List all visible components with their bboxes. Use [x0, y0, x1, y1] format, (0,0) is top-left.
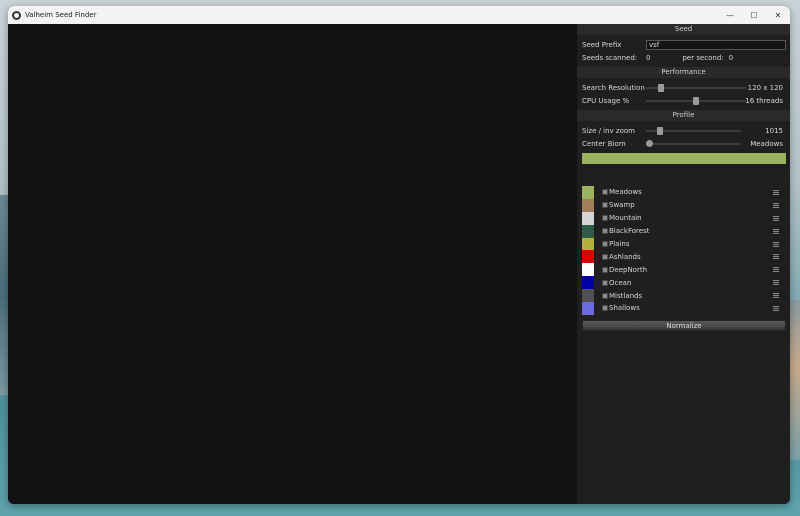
section-header-performance: Performance: [577, 67, 790, 78]
window-controls: — ☐ ✕: [718, 6, 790, 24]
minimize-button[interactable]: —: [718, 6, 742, 24]
drag-handle-icon[interactable]: [773, 215, 779, 221]
biome-row: Meadows: [582, 186, 786, 199]
biome-name: Meadows: [609, 188, 642, 197]
biome-checkbox[interactable]: [602, 215, 608, 222]
drag-handle-icon[interactable]: [773, 241, 779, 247]
biome-row: DeepNorth: [582, 263, 786, 277]
cpu-usage-row: CPU Usage % 16 threads: [582, 94, 786, 107]
size-zoom-slider[interactable]: [646, 125, 741, 137]
biome-color-swatch[interactable]: [582, 276, 594, 290]
center-biome-row: Center Biom Meadows: [582, 137, 786, 150]
biome-name: BlackForest: [609, 227, 650, 236]
cpu-usage-slider[interactable]: [646, 95, 746, 107]
seeds-scanned-row: Seeds scanned: 0 per second: 0: [582, 51, 786, 64]
size-zoom-label: Size / inv zoom: [582, 126, 635, 135]
biome-name: Shallows: [609, 304, 640, 313]
window-title: Valheim Seed Finder: [25, 11, 97, 19]
biome-name: Ashlands: [609, 252, 641, 261]
search-resolution-row: Search Resolution 120 x 120: [582, 81, 786, 94]
biome-color-swatch[interactable]: [582, 302, 594, 315]
biome-row: Mountain: [582, 211, 786, 225]
section-header-seed: Seed: [577, 24, 790, 35]
app-window: Valheim Seed Finder — ☐ ✕ Seed Seed Pref…: [8, 6, 790, 504]
biome-name: DeepNorth: [609, 265, 648, 274]
seed-prefix-label: Seed Prefix: [582, 40, 622, 49]
biome-checkbox[interactable]: [602, 202, 608, 209]
biome-checkbox[interactable]: [602, 228, 608, 235]
drag-handle-icon[interactable]: [773, 202, 779, 208]
maximize-button[interactable]: ☐: [742, 6, 766, 24]
profile-color-bar: [582, 153, 786, 164]
biome-color-swatch[interactable]: [582, 237, 594, 251]
drag-handle-icon[interactable]: [773, 267, 779, 273]
biome-color-swatch[interactable]: [582, 224, 594, 238]
drag-handle-icon[interactable]: [773, 189, 779, 195]
biome-color-swatch[interactable]: [582, 186, 594, 199]
normalize-button[interactable]: Normalize: [582, 319, 786, 331]
biome-checkbox[interactable]: [602, 266, 608, 273]
slider-track: [646, 142, 741, 145]
biome-color-swatch[interactable]: [582, 250, 594, 264]
seed-prefix-row: Seed Prefix vsf: [582, 38, 786, 51]
biome-row: Swamp: [582, 198, 786, 212]
biome-list: Meadows Swamp Mountain BlackForest Plains Ash…: [582, 186, 786, 315]
slider-thumb[interactable]: [656, 126, 663, 135]
center-biome-slider[interactable]: [646, 138, 741, 150]
per-second-label: per second:: [682, 53, 724, 62]
biome-row: Mistlands: [582, 289, 786, 303]
search-resolution-slider[interactable]: [646, 82, 746, 94]
center-biome-value: Meadows: [750, 139, 783, 148]
size-zoom-value: 1015: [765, 126, 783, 135]
close-button[interactable]: ✕: [766, 6, 790, 24]
biome-checkbox[interactable]: [602, 253, 608, 260]
main-content: Seed Seed Prefix vsf Seeds scanned: 0 pe…: [8, 24, 790, 504]
seed-prefix-input[interactable]: vsf: [646, 39, 786, 50]
biome-color-swatch[interactable]: [582, 289, 594, 303]
cpu-usage-value: 16 threads: [745, 96, 783, 105]
biome-name: Ocean: [609, 278, 632, 287]
biome-row: Ashlands: [582, 250, 786, 264]
biome-name: Swamp: [609, 201, 635, 210]
drag-handle-icon[interactable]: [773, 228, 779, 234]
biome-row: Shallows: [582, 302, 786, 315]
seeds-scanned-label: Seeds scanned:: [582, 53, 638, 62]
biome-color-swatch[interactable]: [582, 198, 594, 212]
biome-checkbox[interactable]: [602, 292, 608, 299]
seeds-scanned-value: 0: [646, 53, 651, 62]
section-header-profile: Profile: [577, 110, 790, 121]
drag-handle-icon[interactable]: [773, 305, 779, 311]
center-biome-label: Center Biom: [582, 139, 626, 148]
slider-thumb[interactable]: [658, 83, 665, 92]
biome-name: Mistlands: [609, 291, 643, 300]
biome-row: Ocean: [582, 276, 786, 290]
biome-color-swatch[interactable]: [582, 211, 594, 225]
biome-name: Plains: [609, 240, 630, 248]
per-second-value: 0: [728, 53, 734, 62]
size-zoom-row: Size / inv zoom 1015: [582, 124, 786, 137]
drag-handle-icon[interactable]: [773, 254, 779, 260]
search-resolution-label: Search Resolution: [582, 83, 645, 92]
biome-checkbox[interactable]: [602, 241, 608, 247]
drag-handle-icon[interactable]: [773, 293, 779, 299]
search-resolution-value: 120 x 120: [747, 83, 783, 92]
biome-checkbox[interactable]: [602, 189, 608, 196]
biome-checkbox[interactable]: [602, 305, 608, 312]
drag-handle-icon[interactable]: [773, 280, 779, 286]
biome-row: Plains: [582, 237, 786, 251]
biome-color-swatch[interactable]: [582, 263, 594, 277]
biome-name: Mountain: [609, 214, 642, 223]
slider-thumb[interactable]: [693, 96, 699, 105]
cpu-usage-label: CPU Usage %: [582, 96, 630, 105]
biome-checkbox[interactable]: [602, 279, 608, 286]
map-canvas[interactable]: [8, 24, 577, 504]
settings-panel: Seed Seed Prefix vsf Seeds scanned: 0 pe…: [577, 24, 790, 504]
app-icon: [12, 10, 21, 20]
title-bar[interactable]: Valheim Seed Finder — ☐ ✕: [8, 6, 790, 24]
biome-row: BlackForest: [582, 224, 786, 238]
slider-thumb[interactable]: [646, 139, 653, 147]
